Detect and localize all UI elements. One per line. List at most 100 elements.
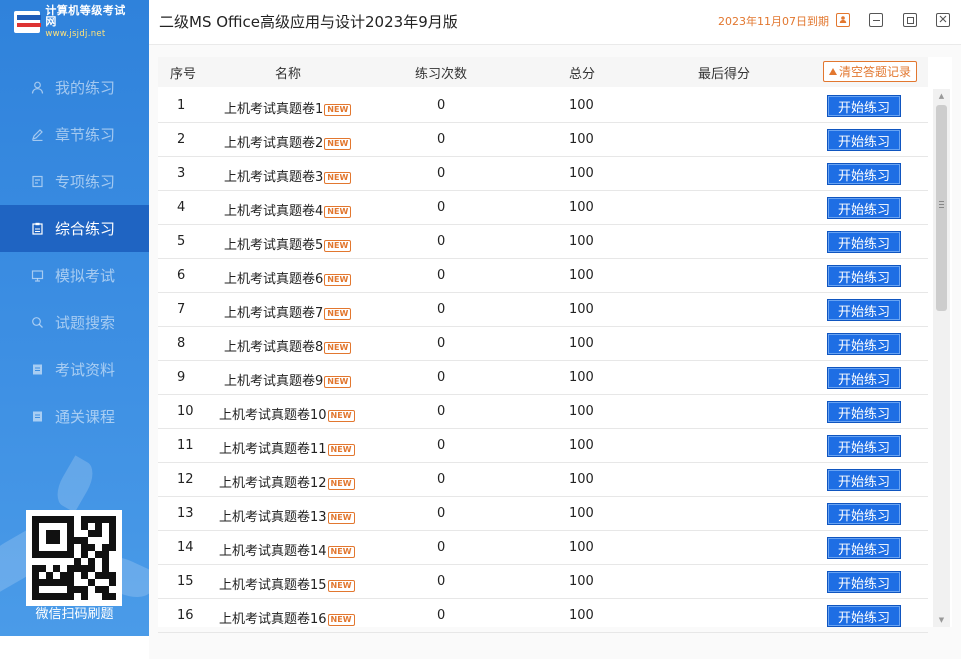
- row-total-score: 100: [569, 98, 594, 113]
- row-practice-count: 0: [437, 98, 446, 113]
- row-name: 上机考试真题卷15 NEW: [219, 574, 355, 593]
- row-name: 上机考试真题卷2 NEW: [224, 132, 352, 151]
- start-practice-button[interactable]: 开始练习: [827, 197, 901, 219]
- vertical-scrollbar[interactable]: ▲ ▼: [933, 89, 950, 627]
- row-index: 16: [177, 608, 194, 623]
- start-practice-button[interactable]: 开始练习: [827, 435, 901, 457]
- new-badge: NEW: [324, 308, 352, 320]
- table-row: 16 上机考试真题卷16 NEW 0 100 开始练习: [158, 599, 928, 633]
- row-name-text: 上机考试真题卷8: [224, 340, 324, 355]
- table-row: 6 上机考试真题卷6 NEW 0 100 开始练习: [158, 259, 928, 293]
- row-name-text: 上机考试真题卷7: [224, 306, 324, 321]
- page-title: 二级MS Office高级应用与设计2023年9月版: [159, 13, 458, 31]
- sidebar-item-pass-course[interactable]: 通关课程: [0, 393, 149, 440]
- row-name: 上机考试真题卷12 NEW: [219, 472, 355, 491]
- row-name-text: 上机考试真题卷1: [224, 102, 324, 117]
- new-badge: NEW: [324, 342, 352, 354]
- row-index: 10: [177, 404, 194, 419]
- table-row: 2 上机考试真题卷2 NEW 0 100 开始练习: [158, 123, 928, 157]
- row-index: 13: [177, 506, 194, 521]
- sidebar-item-label: 模拟考试: [55, 267, 116, 285]
- scroll-down-icon[interactable]: ▼: [933, 613, 950, 627]
- row-name-text: 上机考试真题卷3: [224, 170, 324, 185]
- pencil-icon: [30, 127, 45, 142]
- row-name-text: 上机考试真题卷4: [224, 204, 324, 219]
- start-practice-button[interactable]: 开始练习: [827, 401, 901, 423]
- row-total-score: 100: [569, 438, 594, 453]
- row-index: 6: [177, 268, 186, 283]
- sidebar-item-exam-materials[interactable]: 考试资料: [0, 346, 149, 393]
- new-badge: NEW: [324, 172, 352, 184]
- start-practice-button[interactable]: 开始练习: [827, 129, 901, 151]
- scroll-thumb[interactable]: [936, 105, 947, 311]
- sidebar-item-comprehensive-practice[interactable]: 综合练习: [0, 205, 149, 252]
- row-practice-count: 0: [437, 472, 446, 487]
- close-button[interactable]: [936, 13, 950, 27]
- row-practice-count: 0: [437, 234, 446, 249]
- row-name: 上机考试真题卷6 NEW: [224, 268, 352, 287]
- table-row: 1 上机考试真题卷1 NEW 0 100 开始练习: [158, 89, 928, 123]
- row-total-score: 100: [569, 302, 594, 317]
- row-name: 上机考试真题卷14 NEW: [219, 540, 355, 559]
- table-row: 12 上机考试真题卷12 NEW 0 100 开始练习: [158, 463, 928, 497]
- table-row: 13 上机考试真题卷13 NEW 0 100 开始练习: [158, 497, 928, 531]
- maximize-button[interactable]: [903, 13, 917, 27]
- sidebar-item-mock-exam[interactable]: 模拟考试: [0, 252, 149, 299]
- start-practice-button[interactable]: 开始练习: [827, 299, 901, 321]
- start-practice-button[interactable]: 开始练习: [827, 333, 901, 355]
- row-total-score: 100: [569, 404, 594, 419]
- row-name-text: 上机考试真题卷14: [219, 544, 327, 559]
- clipboard-icon: [30, 221, 45, 236]
- row-name-text: 上机考试真题卷6: [224, 272, 324, 287]
- sidebar-item-question-search[interactable]: 试题搜索: [0, 299, 149, 346]
- start-practice-button[interactable]: 开始练习: [827, 503, 901, 525]
- table-row: 11 上机考试真题卷11 NEW 0 100 开始练习: [158, 429, 928, 463]
- start-practice-button[interactable]: 开始练习: [827, 469, 901, 491]
- table-header: 序号 名称 练习次数 总分 最后得分 清空答题记录: [158, 57, 928, 87]
- row-name-text: 上机考试真题卷5: [224, 238, 324, 253]
- qr-code-pattern: [32, 516, 116, 600]
- start-practice-button[interactable]: 开始练习: [827, 265, 901, 287]
- row-total-score: 100: [569, 200, 594, 215]
- main-content: 序号 名称 练习次数 总分 最后得分 清空答题记录 1 上机考试真题卷1 NEW 0 1…: [149, 45, 961, 659]
- new-badge: NEW: [324, 104, 352, 116]
- start-practice-button[interactable]: 开始练习: [827, 571, 901, 593]
- table-row: 3 上机考试真题卷3 NEW 0 100 开始练习: [158, 157, 928, 191]
- sidebar-item-chapter-practice[interactable]: 章节练习: [0, 111, 149, 158]
- row-total-score: 100: [569, 574, 594, 589]
- row-total-score: 100: [569, 336, 594, 351]
- sidebar-item-label: 专项练习: [55, 173, 116, 191]
- account-icon: [839, 15, 847, 26]
- table-row: 8 上机考试真题卷8 NEW 0 100 开始练习: [158, 327, 928, 361]
- start-practice-button[interactable]: 开始练习: [827, 605, 901, 627]
- minimize-button[interactable]: [869, 13, 883, 27]
- scroll-up-icon[interactable]: ▲: [933, 89, 950, 103]
- account-button[interactable]: [836, 13, 850, 27]
- book-icon: [30, 409, 45, 424]
- new-badge: NEW: [327, 444, 355, 456]
- row-practice-count: 0: [437, 370, 446, 385]
- column-header-total-score: 总分: [569, 66, 596, 82]
- row-index: 11: [177, 438, 194, 453]
- minimize-icon: [872, 19, 880, 21]
- search-icon: [30, 315, 45, 330]
- sidebar-item-my-practice[interactable]: 我的练习: [0, 64, 149, 111]
- clear-answers-button[interactable]: 清空答题记录: [823, 61, 917, 82]
- row-practice-count: 0: [437, 336, 446, 351]
- row-name-text: 上机考试真题卷9: [224, 374, 324, 389]
- start-practice-button[interactable]: 开始练习: [827, 95, 901, 117]
- table-body: 1 上机考试真题卷1 NEW 0 100 开始练习 2 上机考试真题卷2 NEW 0 100 开始练习…: [158, 89, 928, 633]
- start-practice-button[interactable]: 开始练习: [827, 537, 901, 559]
- start-practice-button[interactable]: 开始练习: [827, 231, 901, 253]
- start-practice-button[interactable]: 开始练习: [827, 367, 901, 389]
- new-badge: NEW: [327, 512, 355, 524]
- table-row: 5 上机考试真题卷5 NEW 0 100 开始练习: [158, 225, 928, 259]
- sidebar-item-special-practice[interactable]: 专项练习: [0, 158, 149, 205]
- row-name-text: 上机考试真题卷10: [219, 408, 327, 423]
- row-practice-count: 0: [437, 540, 446, 555]
- start-practice-button[interactable]: 开始练习: [827, 163, 901, 185]
- new-badge: NEW: [324, 138, 352, 150]
- logo-title: 计算机等级考试网: [45, 4, 126, 29]
- row-total-score: 100: [569, 472, 594, 487]
- row-practice-count: 0: [437, 574, 446, 589]
